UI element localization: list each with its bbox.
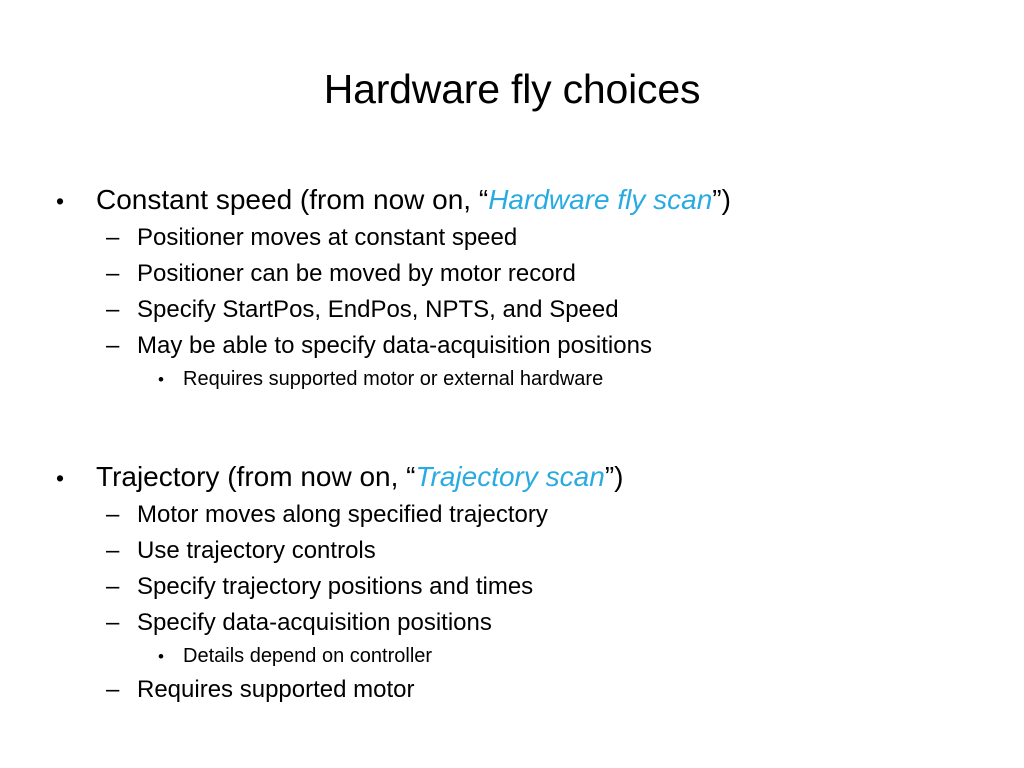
dash-marker-icon: –	[106, 501, 120, 528]
bullet-level2: – Use trajectory controls	[56, 533, 976, 569]
bullet-text-after: ”)	[712, 184, 731, 215]
bullet-level2-text: Specify trajectory positions and times	[137, 573, 534, 600]
bullet-level2: – Positioner can be moved by motor recor…	[56, 256, 976, 292]
bullet-level1: • Trajectory (from now on, “Trajectory s…	[56, 457, 976, 497]
bullet-level2-text: Requires supported motor	[137, 676, 415, 703]
bullet-level2: – Specify StartPos, EndPos, NPTS, and Sp…	[56, 292, 976, 328]
page-title: Hardware fly choices	[323, 66, 701, 112]
dash-marker-icon: –	[106, 296, 120, 323]
bullet-level2-text: Specify data-acquisition positions	[137, 609, 492, 636]
dash-marker-icon: –	[106, 573, 120, 600]
dash-marker-icon: –	[106, 332, 120, 359]
bullet-level2: – Motor moves along specified trajectory	[56, 497, 976, 533]
bullet-level1-text: Constant speed (from now on, “Hardware f…	[96, 180, 731, 220]
dash-marker-icon: –	[106, 260, 120, 287]
bullet-level3: • Details depend on controller	[56, 641, 976, 672]
bullet-level1: • Constant speed (from now on, “Hardware…	[56, 180, 976, 220]
bullet-level3-text: Requires supported motor or external har…	[183, 368, 604, 390]
slide-body: • Constant speed (from now on, “Hardware…	[56, 180, 976, 708]
dash-marker-icon: –	[106, 537, 120, 564]
bullet-level2-text: May be able to specify data-acquisition …	[137, 332, 652, 359]
dash-marker-icon: –	[106, 609, 120, 636]
bullet-level2-text: Positioner moves at constant speed	[137, 224, 518, 251]
bullet-text-after: ”)	[604, 461, 624, 492]
bullet-marker-icon: •	[158, 370, 164, 389]
bullet-level3: • Requires supported motor or external h…	[56, 364, 976, 395]
bullet-text-emphasis: Trajectory scan	[415, 461, 605, 492]
bullet-group: • Constant speed (from now on, “Hardware…	[56, 180, 976, 395]
bullet-level2-text: Use trajectory controls	[137, 537, 376, 564]
bullet-text-before: Constant speed (from now on, “	[96, 184, 489, 215]
bullet-level2: – Specify trajectory positions and times	[56, 569, 976, 605]
bullet-level2: – Specify data-acquisition positions	[56, 605, 976, 641]
bullet-text-emphasis: Hardware fly scan	[488, 184, 713, 215]
bullet-level2: – Positioner moves at constant speed	[56, 220, 976, 256]
bullet-level2: – May be able to specify data-acquisitio…	[56, 328, 976, 364]
slide-canvas: Hardware fly choices • Constant speed (f…	[0, 0, 1024, 768]
bullet-group: • Trajectory (from now on, “Trajectory s…	[56, 457, 976, 708]
bullet-marker-icon: •	[56, 465, 65, 491]
bullet-level1-text: Trajectory (from now on, “Trajectory sca…	[96, 457, 623, 497]
bullet-text-before: Trajectory (from now on, “	[96, 461, 416, 492]
bullet-level2-text: Positioner can be moved by motor record	[137, 260, 576, 287]
bullet-level2-text: Motor moves along specified trajectory	[137, 501, 548, 528]
bullet-level2-text: Specify StartPos, EndPos, NPTS, and Spee…	[137, 296, 619, 323]
dash-marker-icon: –	[106, 676, 120, 703]
bullet-marker-icon: •	[158, 647, 164, 666]
bullet-level3-text: Details depend on controller	[183, 645, 433, 667]
bullet-level2: – Requires supported motor	[56, 672, 976, 708]
bullet-marker-icon: •	[56, 188, 65, 214]
dash-marker-icon: –	[106, 224, 120, 251]
